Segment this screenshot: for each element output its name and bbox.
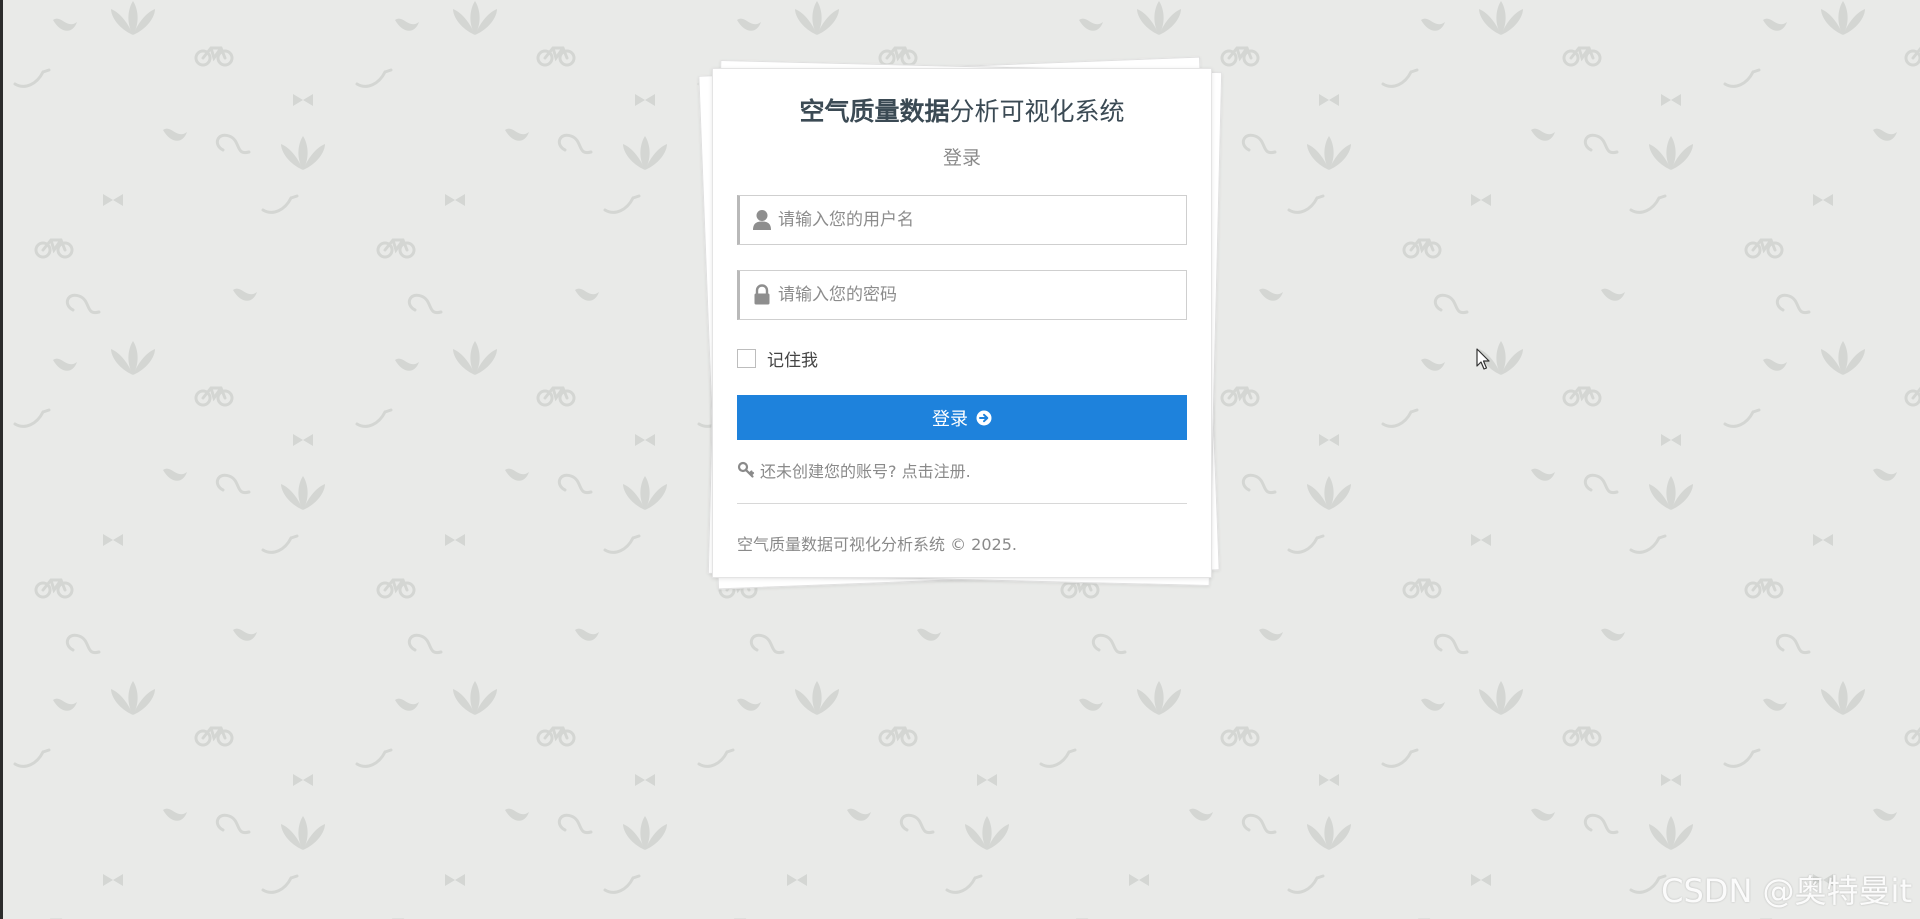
arrow-circle-right-icon	[976, 410, 992, 425]
title-bold: 空气质量数据	[799, 97, 950, 126]
register-link[interactable]: 还未创建您的账号? 点击注册.	[737, 458, 971, 482]
login-button-label: 登录	[932, 408, 968, 430]
remember-checkbox[interactable]	[737, 348, 756, 368]
username-input[interactable]	[778, 196, 1178, 244]
title-normal: 分析可视化系统	[949, 97, 1125, 126]
password-field[interactable]	[737, 270, 1187, 320]
login-subtitle: 登录	[942, 147, 981, 169]
divider	[737, 503, 1187, 504]
watermark: CSDN @奥特曼it	[1661, 872, 1912, 910]
mouse-cursor-icon	[1476, 348, 1490, 370]
remember-me[interactable]: 记住我	[737, 347, 818, 371]
footer-copyright: 空气质量数据可视化分析系统 © 2025.	[737, 535, 1017, 554]
page-title: 空气质量数据分析可视化系统	[713, 95, 1211, 129]
user-icon	[753, 210, 771, 230]
login-button[interactable]: 登录	[737, 395, 1187, 440]
remember-label: 记住我	[767, 350, 818, 371]
key-icon	[737, 461, 755, 478]
register-link-text[interactable]: 还未创建您的账号? 点击注册.	[760, 458, 971, 482]
lock-icon	[754, 284, 770, 305]
username-field[interactable]	[737, 195, 1187, 245]
password-input[interactable]	[778, 271, 1178, 319]
login-card: 空气质量数据分析可视化系统 登录 记住我 登录 还未创建您的账号? 点击注册.	[712, 68, 1212, 578]
